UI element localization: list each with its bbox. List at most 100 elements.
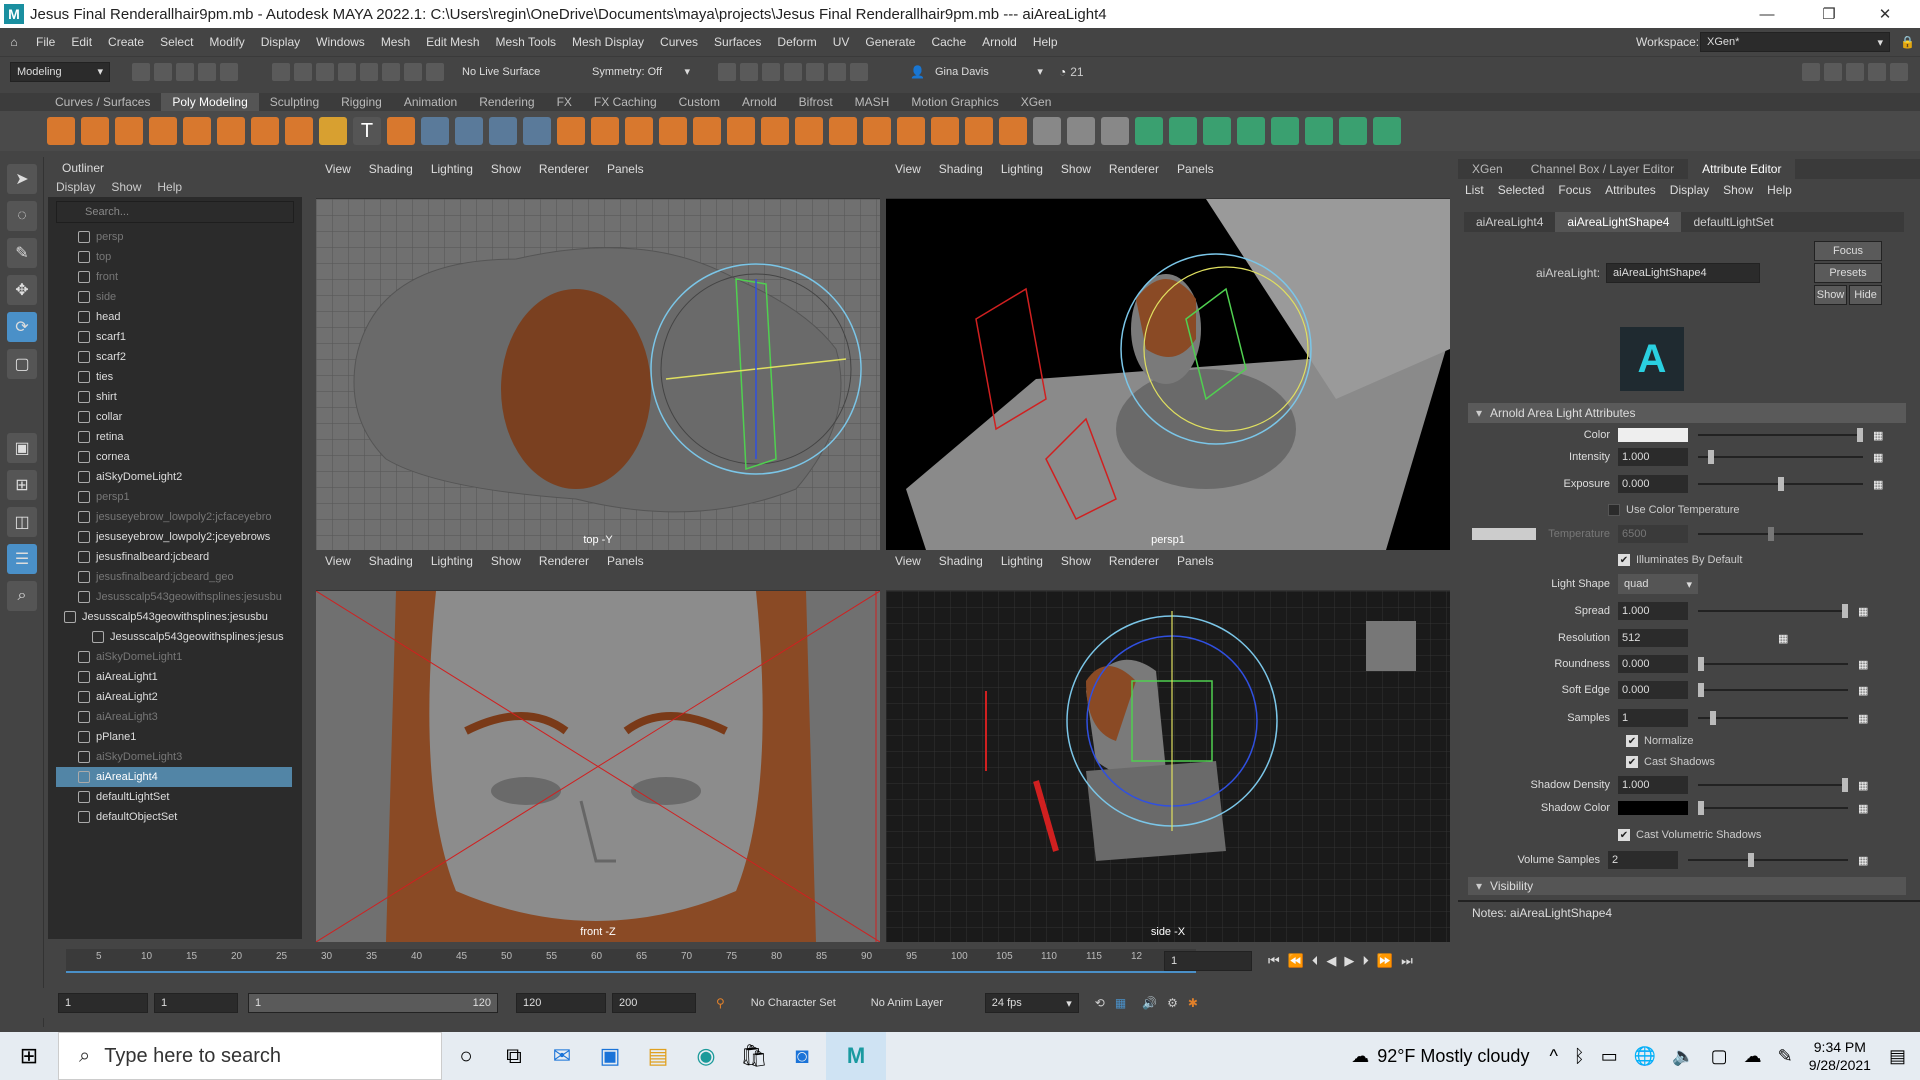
cast-vol-shadows-checkbox[interactable]: ✔	[1618, 829, 1630, 841]
shadow-density-field[interactable]: 1.000	[1618, 776, 1688, 794]
map-button-icon[interactable]: ▦	[1873, 451, 1883, 464]
snap-surface-icon[interactable]	[426, 62, 444, 81]
outliner-item[interactable]: aiAreaLight4	[56, 767, 292, 787]
key-prefs-icon[interactable]: ✱	[1188, 996, 1198, 1010]
lasso-tool-icon[interactable]: ◌	[7, 201, 37, 231]
uv-cut-icon[interactable]	[1237, 117, 1265, 145]
viewport-menu-show[interactable]: Show	[482, 554, 530, 568]
outliner-item[interactable]: scarf2	[56, 347, 292, 367]
menu-deform[interactable]: Deform	[769, 35, 824, 49]
undo-icon[interactable]	[198, 62, 216, 81]
menu-surfaces[interactable]: Surfaces	[706, 35, 769, 49]
map-button-icon[interactable]: ▦	[1858, 854, 1868, 867]
section-visibility[interactable]: ▾ Visibility	[1468, 877, 1906, 895]
outliner-item[interactable]: persp1	[56, 487, 292, 507]
color-swatch[interactable]	[1618, 428, 1688, 442]
poly-sphere-icon[interactable]	[47, 117, 75, 145]
outliner-item[interactable]: pPlane1	[56, 727, 292, 747]
viewport-menu-renderer[interactable]: Renderer	[1100, 162, 1168, 176]
viewport-menu-panels[interactable]: Panels	[1168, 162, 1223, 176]
viewport-menu-view[interactable]: View	[316, 162, 360, 176]
snap-point-icon[interactable]	[382, 62, 400, 81]
live-surface-field[interactable]: No Live Surface	[456, 61, 576, 82]
poly-cone-icon[interactable]	[149, 117, 177, 145]
restore-button[interactable]: ❐	[1806, 0, 1852, 28]
start-frame-field[interactable]: 1	[58, 993, 148, 1013]
offset-loop-icon[interactable]	[1101, 117, 1129, 145]
poly-disc-icon[interactable]	[251, 117, 279, 145]
menu-edit[interactable]: Edit	[63, 35, 100, 49]
map-button-icon[interactable]: ▦	[1858, 712, 1868, 725]
paint-select-icon[interactable]: ✎	[7, 238, 37, 268]
outliner-item[interactable]: Jesusscalp543geowithsplines:jesus	[56, 627, 292, 647]
animation-end-field[interactable]: 200	[612, 993, 696, 1013]
outliner-item[interactable]: aiSkyDomeLight2	[56, 467, 292, 487]
menu-display[interactable]: Display	[253, 35, 308, 49]
map-button-icon[interactable]: ▦	[1858, 658, 1868, 671]
viewport-menu-panels[interactable]: Panels	[598, 554, 653, 568]
intensity-field[interactable]: 1.000	[1618, 448, 1688, 466]
edge-loop-icon[interactable]	[1067, 117, 1095, 145]
battery-icon[interactable]: ▭	[1601, 1046, 1618, 1067]
platonic-solid-icon[interactable]	[285, 117, 313, 145]
notification-icon[interactable]: ▤	[1889, 1046, 1906, 1067]
splitter[interactable]	[1458, 900, 1920, 902]
menu-cache[interactable]: Cache	[923, 35, 974, 49]
step-back-icon[interactable]: ⏴	[1312, 953, 1319, 969]
cache-icon[interactable]: ▦	[1115, 996, 1126, 1010]
outliner-menu-show[interactable]: Show	[103, 180, 149, 194]
text-icon[interactable]: T	[353, 117, 381, 145]
shelf-tab-animation[interactable]: Animation	[393, 93, 468, 111]
network-icon[interactable]: ▢	[1711, 1046, 1728, 1067]
ae-menu-list[interactable]: List	[1458, 183, 1491, 197]
viewport-menu-lighting[interactable]: Lighting	[422, 554, 482, 568]
roundness-field[interactable]: 0.000	[1618, 655, 1688, 673]
map-button-icon[interactable]: ▦	[1858, 605, 1868, 618]
tab-attribute-editor[interactable]: Attribute Editor	[1688, 159, 1796, 179]
ipr-render-icon[interactable]	[762, 62, 780, 81]
extrude-icon[interactable]	[727, 117, 755, 145]
map-button-icon[interactable]: ▦	[1858, 779, 1868, 792]
node-name-field[interactable]: aiAreaLightShape4	[1606, 263, 1761, 283]
grid-icon[interactable]	[421, 117, 449, 145]
presets-button[interactable]: Presets	[1814, 263, 1882, 283]
select-object-icon[interactable]	[294, 62, 312, 81]
viewport-menu-show[interactable]: Show	[1052, 162, 1100, 176]
hide-button[interactable]: Hide	[1849, 285, 1882, 305]
sweep-mesh-icon[interactable]	[319, 117, 347, 145]
outliner-item[interactable]: aiSkyDomeLight1	[56, 647, 292, 667]
viewport-front[interactable]: View Shading Lighting Show Renderer Panels fr…	[316, 551, 880, 942]
auto-key-icon[interactable]: ⚲	[716, 996, 725, 1010]
exposure-field[interactable]: 0.000	[1618, 475, 1688, 493]
uv-layout-icon[interactable]	[1305, 117, 1333, 145]
viewport-menu-shading[interactable]: Shading	[360, 162, 422, 176]
character-set-select[interactable]: No Character Set	[744, 993, 855, 1013]
viewport-menu-renderer[interactable]: Renderer	[530, 162, 598, 176]
windows-start-icon[interactable]: ⊞	[0, 1032, 58, 1080]
outliner-item[interactable]: shirt	[56, 387, 292, 407]
volume-samples-slider[interactable]	[1688, 853, 1848, 867]
shelf-tab-sculpting[interactable]: Sculpting	[259, 93, 330, 111]
uv-straighten-icon[interactable]	[1373, 117, 1401, 145]
viewport-side[interactable]: View Shading Lighting Show Renderer Panels si…	[886, 551, 1450, 942]
menu-modify[interactable]: Modify	[201, 35, 252, 49]
outliner-item[interactable]: jesuseyebrow_lowpoly2:jcfaceyebro	[56, 507, 292, 527]
workspace-select[interactable]: XGen* ▾	[1700, 32, 1890, 52]
outliner-item[interactable]: head	[56, 307, 292, 327]
weather-text[interactable]: 92°F Mostly cloudy	[1377, 1046, 1529, 1067]
pause-icon[interactable]	[850, 62, 868, 81]
outliner-layout-icon[interactable]: ☰	[7, 544, 37, 574]
viewport-persp[interactable]: View Shading Lighting Show Renderer Panels pe…	[886, 159, 1450, 550]
outliner-item[interactable]: aiSkyDomeLight3	[56, 747, 292, 767]
ae-menu-display[interactable]: Display	[1663, 183, 1716, 197]
viewport-menu-renderer[interactable]: Renderer	[1100, 554, 1168, 568]
ae-menu-focus[interactable]: Focus	[1551, 183, 1598, 197]
layout-four-icon[interactable]	[1824, 62, 1842, 81]
shadow-color-swatch[interactable]	[1618, 801, 1688, 815]
bridge-icon[interactable]	[761, 117, 789, 145]
mode-select[interactable]: Modeling ▾	[10, 61, 110, 82]
viewport-menu-panels[interactable]: Panels	[598, 162, 653, 176]
task-view-icon[interactable]: ⧉	[490, 1032, 538, 1080]
resolution-field[interactable]: 512	[1618, 629, 1688, 647]
outliner-item[interactable]: ties	[56, 367, 292, 387]
